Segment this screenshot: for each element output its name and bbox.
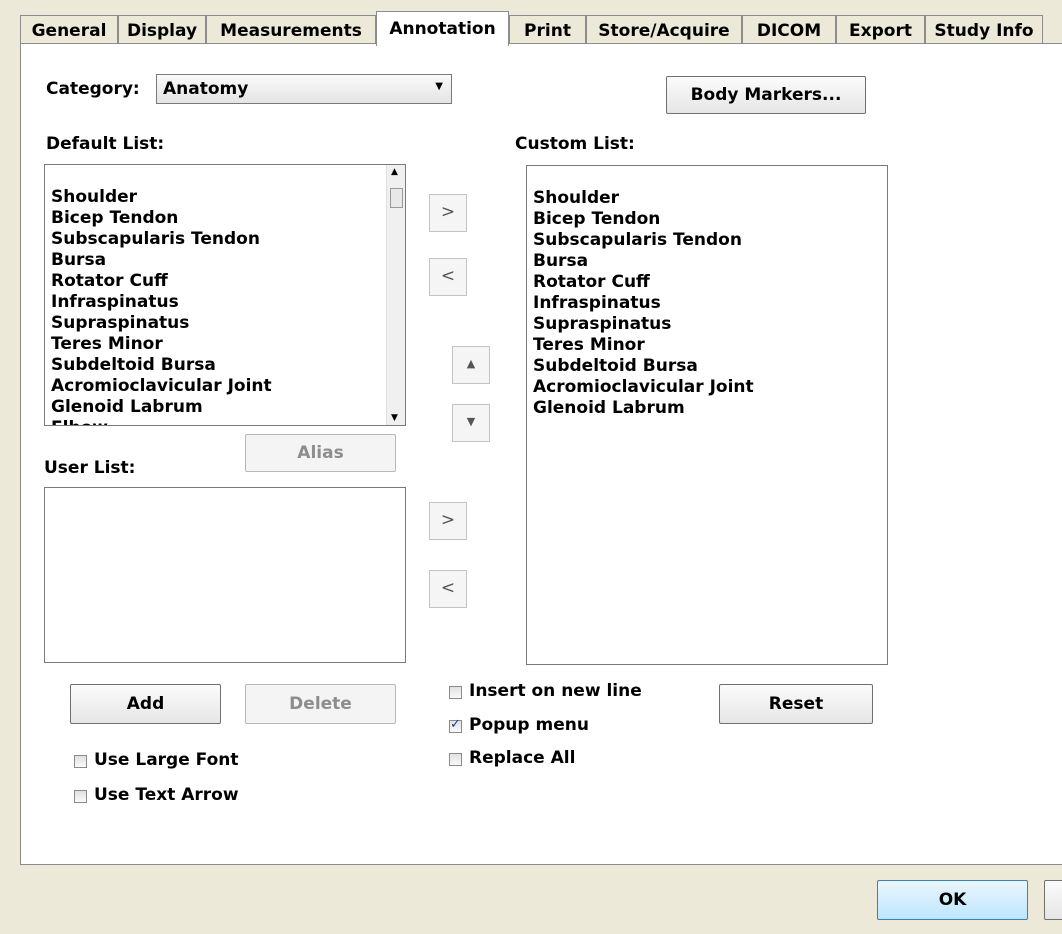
list-item[interactable]: Infraspinatus — [51, 292, 272, 313]
move-right-button[interactable]: > — [429, 194, 467, 232]
tab-annotation[interactable]: Annotation — [376, 11, 509, 46]
insert-new-line-label: Insert on new line — [469, 681, 642, 701]
scroll-down-icon[interactable]: ▼ — [391, 413, 398, 423]
insert-new-line-checkbox[interactable] — [449, 686, 462, 699]
move-down-button[interactable]: ▼ — [452, 404, 490, 442]
category-value: Anatomy — [163, 79, 249, 99]
custom-list[interactable]: Shoulder Bicep Tendon Subscapularis Tendon… — [526, 165, 888, 665]
list-item[interactable]: Rotator Cuff — [533, 272, 754, 293]
list-item[interactable]: Subscapularis Tendon — [533, 230, 754, 251]
list-item[interactable]: Shoulder — [51, 187, 272, 208]
tab-bar: General Display Measurements Annotation … — [20, 11, 1062, 46]
use-large-font-label: Use Large Font — [94, 750, 239, 770]
chevron-down-icon: ▼ — [435, 81, 443, 92]
list-item[interactable]: Acromioclavicular Joint — [51, 376, 272, 397]
delete-button[interactable]: Delete — [245, 684, 396, 724]
category-select[interactable]: Anatomy ▼ — [156, 74, 452, 104]
tab-measurements[interactable]: Measurements — [206, 15, 376, 45]
list-item[interactable]: Bicep Tendon — [533, 209, 754, 230]
alias-button[interactable]: Alias — [245, 434, 396, 472]
list-item[interactable]: Shoulder — [533, 188, 754, 209]
ok-button[interactable]: OK — [877, 880, 1028, 920]
reset-button[interactable]: Reset — [719, 684, 873, 724]
list-item[interactable]: Glenoid Labrum — [533, 398, 754, 419]
custom-list-items: Shoulder Bicep Tendon Subscapularis Tendon… — [533, 188, 754, 419]
move-left-button[interactable]: < — [429, 258, 467, 296]
list-item[interactable]: Glenoid Labrum — [51, 397, 272, 418]
cancel-button-partial[interactable] — [1044, 880, 1062, 920]
tab-display[interactable]: Display — [118, 15, 206, 45]
list-item[interactable]: Acromioclavicular Joint — [533, 377, 754, 398]
list-item[interactable]: Subdeltoid Bursa — [51, 355, 272, 376]
tab-export[interactable]: Export — [836, 15, 925, 45]
list-item[interactable]: Bursa — [51, 250, 272, 271]
user-move-right-button[interactable]: > — [429, 502, 467, 540]
tab-store-acquire[interactable]: Store/Acquire — [586, 15, 742, 45]
list-item[interactable]: Supraspinatus — [533, 314, 754, 335]
list-item[interactable]: Teres Minor — [533, 335, 754, 356]
list-item[interactable]: Subdeltoid Bursa — [533, 356, 754, 377]
default-list[interactable]: Shoulder Bicep Tendon Subscapularis Tendon… — [44, 164, 406, 426]
list-item[interactable]: Bursa — [533, 251, 754, 272]
use-text-arrow-label: Use Text Arrow — [94, 785, 239, 805]
user-move-left-button[interactable]: < — [429, 570, 467, 608]
default-list-label: Default List: — [46, 134, 165, 154]
list-item[interactable]: Rotator Cuff — [51, 271, 272, 292]
default-list-scrollbar[interactable]: ▲ ▼ — [386, 165, 405, 425]
popup-menu-checkbox[interactable] — [449, 717, 462, 733]
user-list-label: User List: — [44, 458, 136, 478]
custom-list-label: Custom List: — [515, 134, 635, 154]
list-item[interactable]: Teres Minor — [51, 334, 272, 355]
category-label: Category: — [46, 79, 140, 99]
use-text-arrow-checkbox[interactable] — [74, 790, 87, 803]
scroll-thumb[interactable] — [390, 188, 403, 208]
tab-general[interactable]: General — [20, 15, 118, 45]
list-item[interactable]: Bicep Tendon — [51, 208, 272, 229]
user-list[interactable] — [44, 487, 406, 663]
default-list-items: Shoulder Bicep Tendon Subscapularis Tendon… — [51, 187, 272, 425]
list-item[interactable]: Supraspinatus — [51, 313, 272, 334]
list-item[interactable]: Elbow — [51, 418, 272, 425]
move-up-button[interactable]: ▲ — [452, 346, 490, 384]
replace-all-checkbox[interactable] — [449, 753, 462, 766]
tab-print[interactable]: Print — [509, 15, 586, 45]
body-markers-button[interactable]: Body Markers... — [666, 76, 866, 114]
scroll-up-icon[interactable]: ▲ — [391, 167, 398, 177]
popup-menu-label: Popup menu — [469, 715, 589, 735]
add-button[interactable]: Add — [70, 684, 221, 724]
list-item[interactable]: Infraspinatus — [533, 293, 754, 314]
replace-all-label: Replace All — [469, 748, 576, 768]
tab-dicom[interactable]: DICOM — [742, 15, 836, 45]
use-large-font-checkbox[interactable] — [74, 755, 87, 768]
tab-study-info[interactable]: Study Info — [925, 15, 1043, 45]
list-item[interactable]: Subscapularis Tendon — [51, 229, 272, 250]
